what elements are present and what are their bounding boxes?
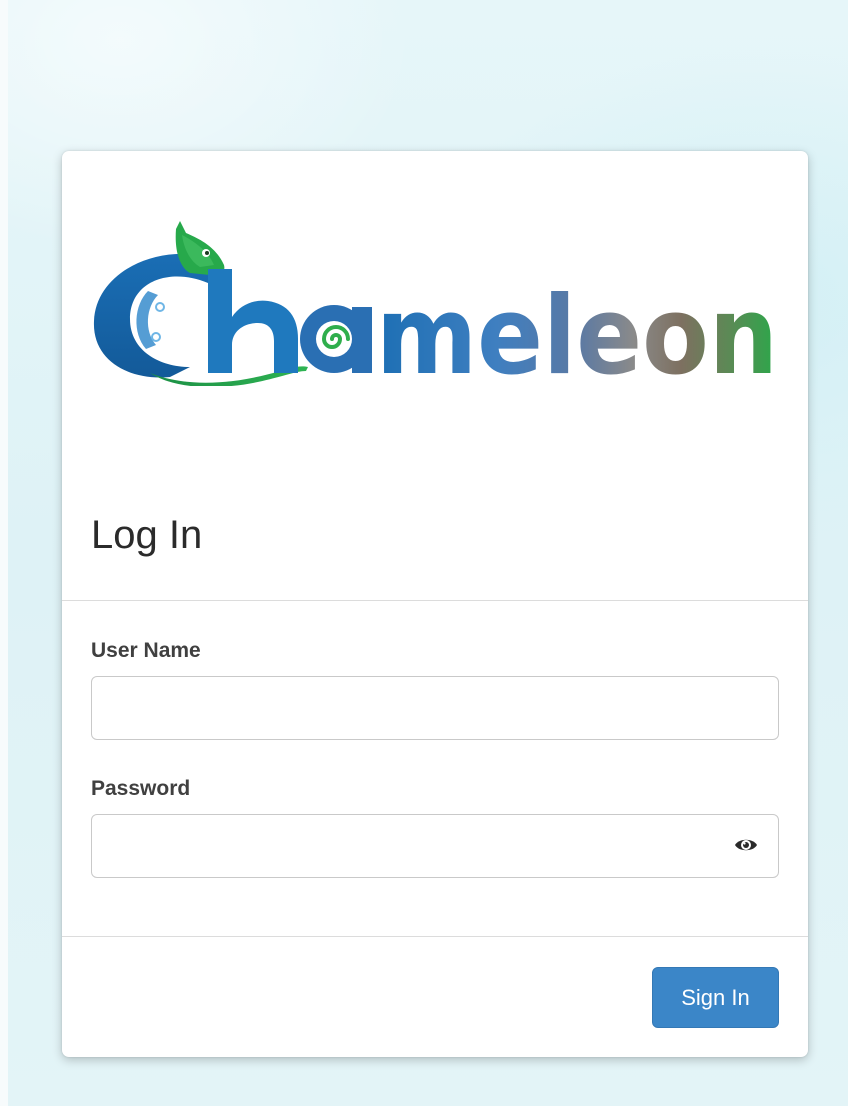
login-card: meleon Log In User Name Password Sign In: [62, 151, 808, 1057]
page-title: Log In: [91, 513, 203, 557]
page-background-edge: [0, 0, 8, 1106]
password-label: Password: [91, 777, 191, 800]
footer-divider: [62, 936, 808, 937]
sign-in-button[interactable]: Sign In: [652, 967, 779, 1028]
svg-text:meleon: meleon: [376, 274, 778, 386]
chameleon-logo: meleon: [90, 221, 780, 386]
eye-icon[interactable]: [732, 833, 760, 857]
password-input[interactable]: [91, 814, 779, 878]
username-label: User Name: [91, 639, 201, 662]
username-input[interactable]: [91, 676, 779, 740]
header-divider: [62, 600, 808, 601]
